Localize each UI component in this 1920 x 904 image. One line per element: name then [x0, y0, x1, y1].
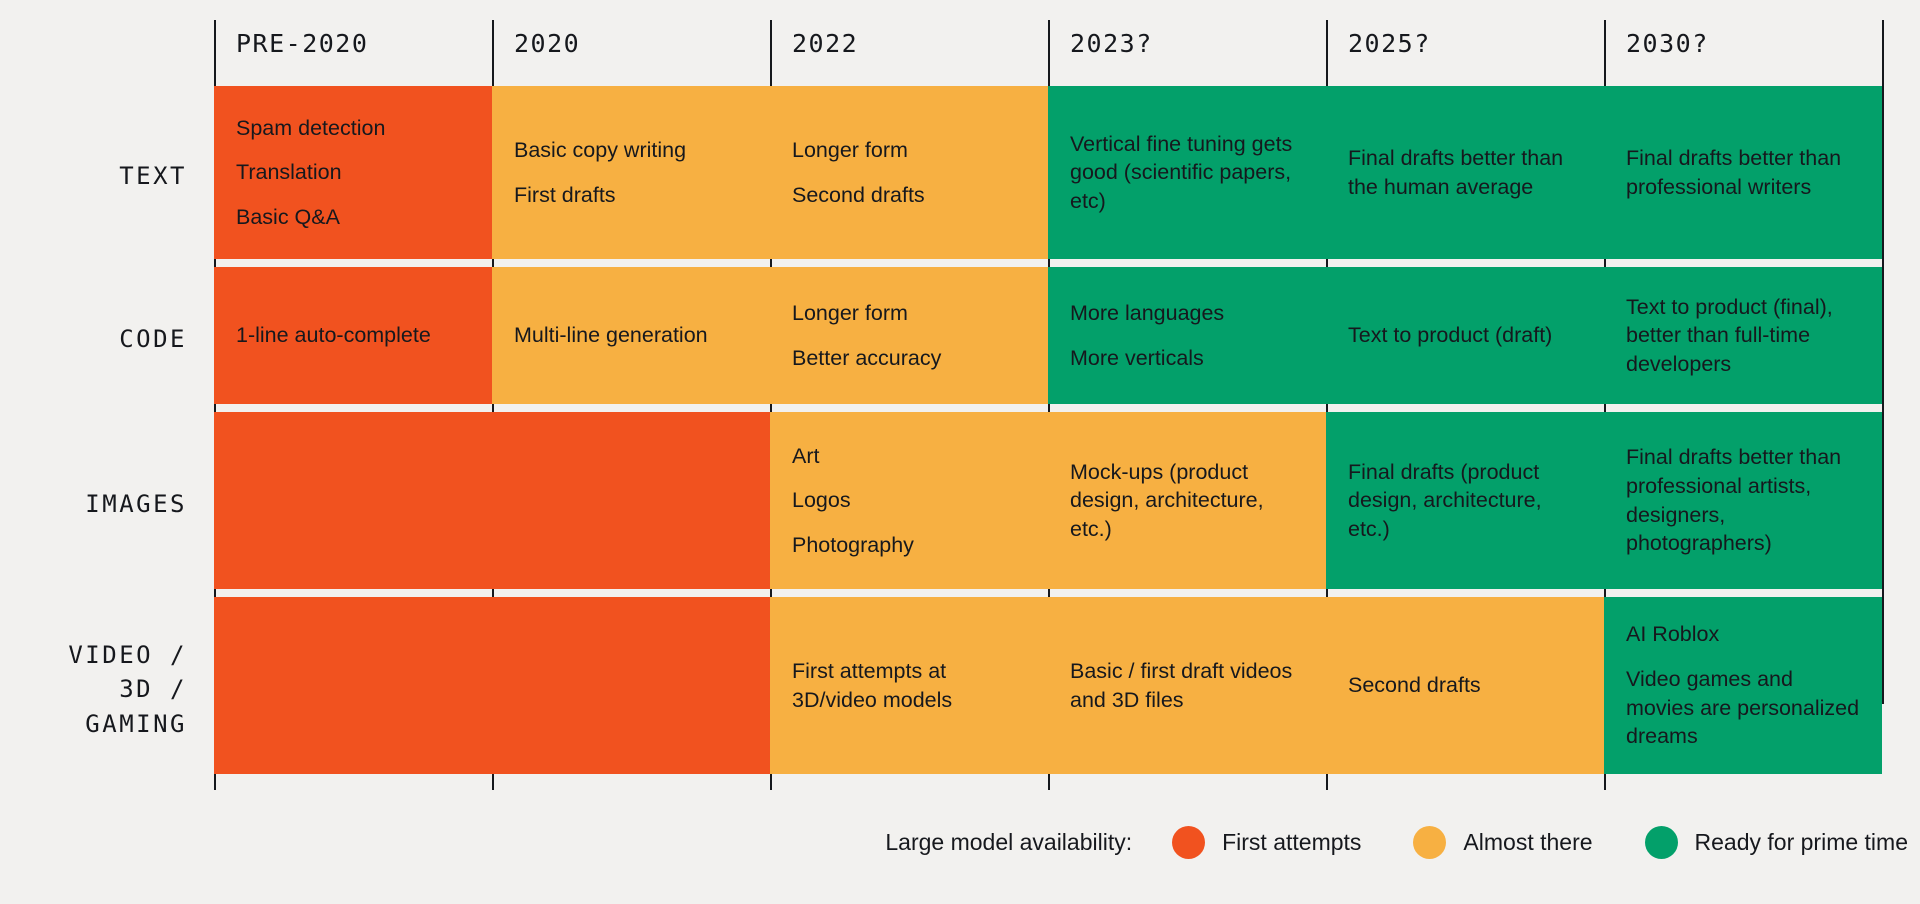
matrix-cell-r1-c1: Multi-line generation: [492, 267, 770, 404]
row-label-line: 3D /: [119, 675, 187, 704]
cell-text-line: Basic copy writing: [514, 137, 687, 162]
cell-text-line: Art: [792, 443, 820, 468]
cell-text-line: Video games and movies are personalized …: [1626, 666, 1860, 749]
cell-text-line: Text to product (final), better than ful…: [1626, 294, 1833, 376]
matrix-cell-r3-c0: [214, 597, 492, 774]
column-header-label: 2020: [514, 28, 581, 58]
column-header-label: 2025?: [1348, 28, 1431, 58]
column-header-3: 2023?: [1048, 0, 1326, 790]
column-header-2: 2022: [770, 0, 1048, 790]
cell-text-line: Longer form: [792, 300, 908, 325]
matrix-cell-r2-c3: Mock-ups (product design, architecture, …: [1048, 412, 1326, 589]
cell-text-line: Second drafts: [1348, 673, 1481, 698]
column-header-0: PRE-2020: [214, 0, 492, 790]
legend-swatch-circle-icon: [1644, 826, 1678, 859]
matrix-cell-r0-c1: Basic copy writing First drafts: [492, 86, 770, 259]
legend-swatch-circle-icon: [1413, 826, 1447, 859]
matrix-cell-r0-c5: Final drafts better than professional wr…: [1604, 86, 1882, 259]
cell-text-line: 1-line auto-complete: [236, 323, 431, 348]
column-header-4: 2025?: [1326, 0, 1604, 790]
column-header-1: 2020: [492, 0, 770, 790]
row-label-line: CODE: [119, 325, 187, 354]
cell-text-line: Longer form: [792, 137, 908, 162]
legend-item-label: Almost there: [1463, 829, 1593, 855]
matrix-grid: PRE-2020 2020 2022 2023? 2025? 2030? TEXT Spam …: [0, 0, 1920, 790]
cell-text-line: Basic Q&A: [236, 204, 340, 229]
matrix-cell-r0-c2: Longer form Second drafts: [770, 86, 1048, 259]
cell-text-line: Basic / first draft videos and 3D files: [1070, 658, 1293, 712]
row-label-3: VIDEO / 3D / GAMING: [0, 597, 214, 782]
cell-text-line: Logos: [792, 488, 851, 513]
cell-text-line: More verticals: [1070, 345, 1204, 370]
cell-text-line: More languages: [1070, 300, 1225, 325]
legend-item-label: Ready for prime time: [1694, 829, 1908, 855]
column-header-label: PRE-2020: [236, 28, 369, 58]
legend-swatch-circle-icon: [1172, 826, 1206, 859]
cell-text-line: First drafts: [514, 182, 616, 207]
matrix-cell-r1-c4: Text to product (draft): [1326, 267, 1604, 404]
cell-text-line: Final drafts (product design, architectu…: [1348, 459, 1542, 541]
legend-items: First attempts Almost there Ready for prim…: [1172, 826, 1908, 859]
cell-text-line: Multi-line generation: [514, 323, 708, 348]
matrix-corner-spacer: [0, 0, 214, 86]
cell-text-line: Spam detection: [236, 115, 386, 140]
cell-text-line: Final drafts better than professional ar…: [1626, 445, 1842, 556]
legend: Large model availability: First attempts…: [0, 795, 1920, 890]
matrix-cell-r3-c5: AI Roblox Video games and movies are pers…: [1604, 597, 1882, 774]
matrix-cell-r1-c5: Text to product (final), better than ful…: [1604, 267, 1882, 404]
row-label-0: TEXT: [0, 86, 214, 267]
cell-text-line: Mock-ups (product design, architecture, …: [1070, 459, 1264, 541]
ai-capability-timeline-matrix: PRE-2020 2020 2022 2023? 2025? 2030? TEXT Spam …: [0, 0, 1920, 904]
cell-text-line: Better accuracy: [792, 345, 942, 370]
matrix-cell-r2-c4: Final drafts (product design, architectu…: [1326, 412, 1604, 589]
matrix-cell-r2-c1: [492, 412, 770, 589]
column-header-label: 2022: [792, 28, 859, 58]
row-label-line: VIDEO /: [68, 641, 187, 670]
row-label-line: GAMING: [85, 709, 187, 738]
cell-text-line: Final drafts better than the human avera…: [1348, 145, 1564, 199]
legend-item-label: First attempts: [1222, 829, 1362, 855]
matrix-cell-r0-c4: Final drafts better than the human avera…: [1326, 86, 1604, 259]
matrix-cell-r2-c2: Art Logos Photography: [770, 412, 1048, 589]
row-label-2: IMAGES: [0, 412, 214, 597]
cell-text-line: Translation: [236, 160, 342, 185]
column-header-5: 2030?: [1604, 0, 1884, 790]
cell-text-line: Final drafts better than professional wr…: [1626, 145, 1842, 199]
matrix-cell-r3-c2: First attempts at 3D/video models: [770, 597, 1048, 774]
cell-text-line: First attempts at 3D/video models: [792, 658, 953, 712]
cell-text-line: Second drafts: [792, 182, 925, 207]
matrix-cell-r3-c3: Basic / first draft videos and 3D files: [1048, 597, 1326, 774]
column-header-label: 2030?: [1626, 28, 1709, 58]
legend-title: Large model availability:: [885, 829, 1133, 855]
matrix-cell-r1-c3: More languages More verticals: [1048, 267, 1326, 404]
matrix-cell-r3-c4: Second drafts: [1326, 597, 1604, 774]
matrix-cell-r2-c5: Final drafts better than professional ar…: [1604, 412, 1882, 589]
matrix-cell-r1-c2: Longer form Better accuracy: [770, 267, 1048, 404]
legend-item-2: Ready for prime time: [1644, 826, 1908, 859]
matrix-cell-r0-c0: Spam detection Translation Basic Q&A: [214, 86, 492, 259]
matrix-cell-r3-c1: [492, 597, 770, 774]
matrix-cell-r0-c3: Vertical fine tuning gets good (scientif…: [1048, 86, 1326, 259]
cell-text-line: Text to product (draft): [1348, 323, 1553, 348]
matrix-cell-r1-c0: 1-line auto-complete: [214, 267, 492, 404]
legend-item-1: Almost there: [1413, 826, 1593, 859]
cell-text-line: Vertical fine tuning gets good (scientif…: [1070, 131, 1293, 213]
row-label-line: TEXT: [119, 162, 187, 191]
row-label-1: CODE: [0, 267, 214, 412]
matrix-cell-r2-c0: [214, 412, 492, 589]
cell-text-line: Photography: [792, 532, 914, 557]
column-header-label: 2023?: [1070, 28, 1153, 58]
cell-text-line: AI Roblox: [1626, 622, 1720, 647]
legend-item-0: First attempts: [1172, 826, 1361, 859]
row-label-line: IMAGES: [85, 490, 187, 519]
